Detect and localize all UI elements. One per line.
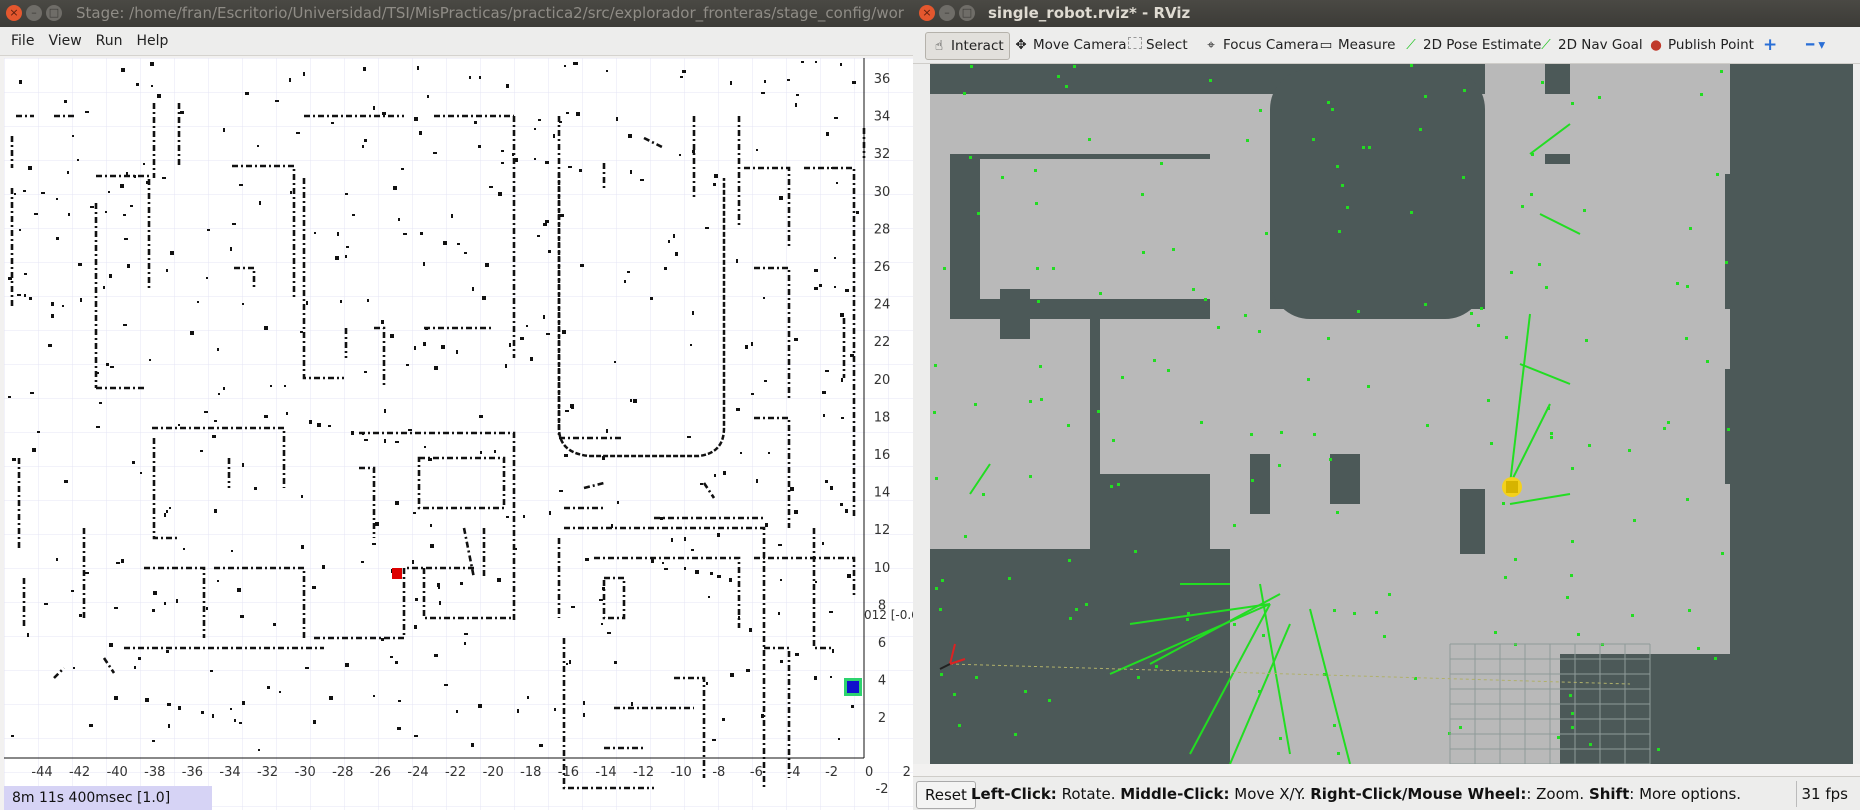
maximize-icon[interactable]: □ (959, 5, 975, 21)
fps-counter: 31 fps (1795, 781, 1853, 807)
menu-view[interactable]: View (41, 27, 88, 55)
x-tick-label: -32 (257, 765, 278, 780)
left-panel-collapse[interactable] (913, 64, 930, 764)
rviz-titlebar[interactable]: × – □ single_robot.rviz* - RViz (913, 0, 1860, 27)
tool-2d-pose-estimate[interactable]: ⟋ 2D Pose Estimate (1403, 32, 1541, 58)
x-tick-label: -38 (144, 765, 165, 780)
menu-help[interactable]: Help (130, 27, 176, 55)
tool-measure[interactable]: ▭ Measure (1318, 32, 1396, 58)
y-tick-label: 32 (874, 147, 891, 162)
y-tick-label: 28 (874, 222, 891, 237)
x-tick-label: -22 (445, 765, 466, 780)
robot-model (1502, 477, 1522, 497)
minus-icon: ━ ▾ (1806, 37, 1826, 53)
y-tick-label: 4 (878, 674, 886, 689)
minimize-icon[interactable]: – (26, 5, 42, 21)
stage-window-title: Stage: /home/fran/Escritorio/Universidad… (76, 4, 904, 22)
y-tick-label: 10 (874, 561, 891, 576)
x-tick-label: 2 (903, 765, 911, 780)
minimize-icon[interactable]: – (939, 5, 955, 21)
robot-position (847, 681, 859, 693)
x-tick-label: -18 (520, 765, 541, 780)
maximize-icon[interactable]: □ (46, 5, 62, 21)
rviz-window: × – □ single_robot.rviz* - RViz ☝ Interact … (913, 0, 1860, 810)
y-tick-label: 14 (874, 486, 891, 501)
stage-window: × – □ Stage: /home/fran/Escritorio/Univers… (0, 0, 913, 810)
y-tick-label: 12 (874, 523, 891, 538)
x-tick-label: -34 (219, 765, 240, 780)
x-tick-label: -2 (825, 765, 838, 780)
measure-icon: ▭ (1319, 37, 1333, 53)
x-tick-label: -24 (407, 765, 428, 780)
menu-file[interactable]: File (4, 27, 41, 55)
select-icon (1128, 37, 1142, 49)
tool-interact[interactable]: ☝ Interact (925, 32, 1010, 60)
x-tick-label: -14 (595, 765, 616, 780)
mouse-hint: Left-Click: Rotate. Middle-Click: Move X… (971, 785, 1742, 803)
x-tick-label: -26 (370, 765, 391, 780)
hand-icon: ☝ (934, 38, 944, 54)
tool-move-camera[interactable]: ✥ Move Camera (1013, 32, 1126, 58)
x-tick-label: -28 (332, 765, 353, 780)
x-tick-label: -42 (69, 765, 90, 780)
x-tick-label: -4 (788, 765, 801, 780)
tool-focus-camera[interactable]: ⌖ Focus Camera (1203, 32, 1319, 58)
x-tick-label: -6 (750, 765, 763, 780)
publish-point-icon: ● (1650, 37, 1662, 53)
stage-titlebar[interactable]: × – □ Stage: /home/fran/Escritorio/Univers… (0, 0, 913, 27)
y-tick-label: 36 (874, 72, 891, 87)
y-tick-label: 22 (874, 335, 891, 350)
y-tick-label: 26 (874, 260, 891, 275)
x-tick-label: -16 (558, 765, 579, 780)
goal-marker (392, 568, 402, 579)
x-tick-label: -44 (31, 765, 52, 780)
rviz-window-title: single_robot.rviz* - RViz (988, 4, 1191, 22)
tool-select[interactable]: Select (1128, 32, 1188, 58)
stage-world-canvas[interactable]: -44 -42 -40 -38 -36 -34 -32 -30 -28 -26 -24 -22 -20-… (4, 58, 913, 810)
y-tick-label: 34 (874, 110, 891, 125)
occupancy-map-svg[interactable] (930, 64, 1853, 765)
x-tick-label: -12 (633, 765, 654, 780)
move-camera-icon: ✥ (1015, 37, 1027, 53)
x-tick-label: -36 (182, 765, 203, 780)
y-tick-label: 20 (874, 373, 891, 388)
nav-goal-icon: ⟋ (1541, 37, 1551, 53)
reset-button[interactable]: Reset (916, 781, 976, 809)
remove-tool-button[interactable]: ━ ▾ (1806, 32, 1825, 58)
close-icon[interactable]: × (6, 5, 22, 21)
x-tick-label: -20 (483, 765, 504, 780)
plus-icon: + (1763, 35, 1778, 55)
y-tick-label: 30 (874, 185, 891, 200)
menu-run[interactable]: Run (89, 27, 130, 55)
stage-menubar: File View Run Help (0, 27, 913, 56)
x-tick-label: -30 (295, 765, 316, 780)
focus-camera-icon: ⌖ (1207, 37, 1215, 53)
pose-estimate-icon: ⟋ (1406, 37, 1416, 53)
y-tick-label: 6 (878, 636, 886, 651)
stage-map-svg[interactable]: -44 -42 -40 -38 -36 -34 -32 -30 -28 -26 -24 -22 -20-… (4, 58, 913, 810)
y-tick-label: 18 (874, 410, 891, 425)
close-icon[interactable]: × (919, 5, 935, 21)
x-tick-label: -10 (671, 765, 692, 780)
rviz-statusbar: Reset Left-Click: Rotate. Middle-Click: … (913, 776, 1860, 810)
rviz-toolbar: ☝ Interact ✥ Move Camera Select ⌖ Focus Cam… (913, 27, 1860, 64)
tool-2d-nav-goal[interactable]: ⟋ 2D Nav Goal (1538, 32, 1642, 58)
right-panel-collapse[interactable] (1853, 64, 1860, 764)
stage-clock-status: 8m 11s 400msec [1.0] (4, 786, 212, 810)
y-tick-label: -2 (876, 782, 889, 797)
y-tick-label: 2 (878, 711, 886, 726)
rviz-3d-view[interactable] (930, 64, 1853, 765)
x-tick-label: -8 (712, 765, 725, 780)
y-tick-label: 24 (874, 298, 891, 313)
tool-publish-point[interactable]: ● Publish Point (1648, 32, 1754, 58)
x-tick-label: -40 (107, 765, 128, 780)
x-tick-label: 0 (865, 765, 873, 780)
add-tool-button[interactable]: + (1763, 32, 1777, 58)
y-tick-label: 16 (874, 448, 891, 463)
side-label: 012 [-0.6 (864, 608, 913, 622)
